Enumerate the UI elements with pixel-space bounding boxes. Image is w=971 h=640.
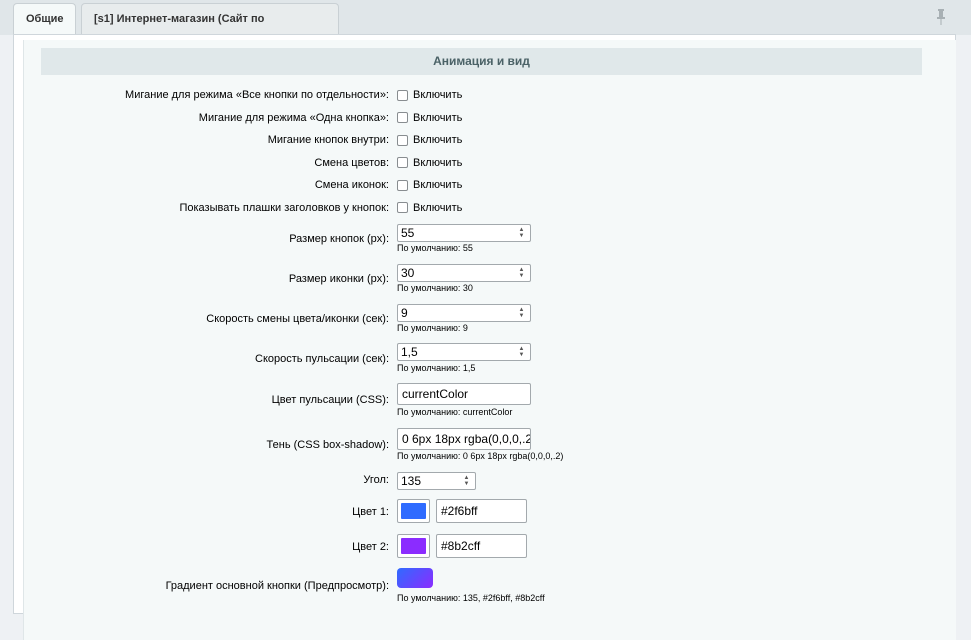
blink-one-checkbox[interactable] <box>397 112 408 123</box>
blink-all-checkbox[interactable] <box>397 90 408 101</box>
spinner-icon[interactable]: ▲ ▼ <box>517 227 526 239</box>
show-titles-label: Показывать плашки заголовков у кнопок: <box>179 202 389 214</box>
blink-inside-checkbox[interactable] <box>397 135 408 146</box>
pulse-speed-hint: По умолчанию: 1,5 <box>397 363 476 373</box>
button-size-hint: По умолчанию: 55 <box>397 243 473 253</box>
pulse-speed-input[interactable]: 1,5 ▲ ▼ <box>397 343 531 361</box>
color2-picker[interactable] <box>397 534 430 558</box>
angle-value: 135 <box>401 474 422 488</box>
spinner-icon[interactable]: ▲ ▼ <box>517 346 526 358</box>
icon-change-checkbox[interactable] <box>397 180 408 191</box>
shadow-input[interactable]: 0 6px 18px rgba(0,0,0,.2) <box>397 428 531 450</box>
shadow-label: Тень (CSS box-shadow): <box>266 439 389 451</box>
color1-label: Цвет 1: <box>352 506 389 518</box>
icon-change-enable-label[interactable]: Включить <box>413 179 462 191</box>
show-titles-checkbox[interactable] <box>397 202 408 213</box>
color-change-checkbox[interactable] <box>397 157 408 168</box>
shadow-hint: По умолчанию: 0 6px 18px rgba(0,0,0,.2) <box>397 451 564 461</box>
color-change-enable-label[interactable]: Включить <box>413 157 462 169</box>
color-change-label: Смена цветов: <box>314 157 389 169</box>
tab-site-s1[interactable]: [s1] Интернет-магазин (Сайт по умолчанию… <box>81 3 339 55</box>
angle-label: Угол: <box>363 474 389 486</box>
pulse-speed-label: Скорость пульсации (сек): <box>255 353 389 365</box>
tab-bar: Общие [s1] Интернет-магазин (Сайт по умо… <box>0 0 971 55</box>
gradient-preview <box>397 568 433 588</box>
color2-hex-input[interactable]: #8b2cff <box>436 534 527 558</box>
color1-picker[interactable] <box>397 499 430 523</box>
blink-inside-enable-label[interactable]: Включить <box>413 134 462 146</box>
color2-label: Цвет 2: <box>352 541 389 553</box>
blink-one-enable-label[interactable]: Включить <box>413 112 462 124</box>
blink-inside-label: Мигание кнопок внутри: <box>267 134 389 146</box>
pulse-color-label: Цвет пульсации (CSS): <box>271 394 389 406</box>
gradient-hint: По умолчанию: 135, #2f6bff, #8b2cff <box>397 593 545 603</box>
icon-size-hint: По умолчанию: 30 <box>397 283 473 293</box>
section-header: Анимация и вид <box>41 48 922 75</box>
blink-all-enable-label[interactable]: Включить <box>413 89 462 101</box>
spinner-icon[interactable]: ▲ ▼ <box>462 475 471 487</box>
button-size-label: Размер кнопок (px): <box>289 233 389 245</box>
change-speed-hint: По умолчанию: 9 <box>397 323 468 333</box>
icon-size-value: 30 <box>401 266 415 280</box>
change-speed-input[interactable]: 9 ▲ ▼ <box>397 304 531 322</box>
pulse-color-input[interactable]: currentColor <box>397 383 531 405</box>
show-titles-enable-label[interactable]: Включить <box>413 202 462 214</box>
blink-one-label: Мигание для режима «Одна кнопка»: <box>198 112 389 124</box>
tab-general[interactable]: Общие <box>13 3 76 34</box>
button-size-value: 55 <box>401 226 415 240</box>
color1-swatch <box>401 503 426 519</box>
pulse-speed-value: 1,5 <box>401 345 418 359</box>
change-speed-label: Скорость смены цвета/иконки (сек): <box>206 313 389 325</box>
color1-hex-input[interactable]: #2f6bff <box>436 499 527 523</box>
angle-input[interactable]: 135 ▲ ▼ <box>397 472 476 490</box>
icon-size-label: Размер иконки (px): <box>288 273 389 285</box>
gradient-label: Градиент основной кнопки (Предпросмотр): <box>165 580 389 592</box>
pin-icon[interactable] <box>935 9 947 25</box>
pulse-color-hint: По умолчанию: currentColor <box>397 407 513 417</box>
spinner-icon[interactable]: ▲ ▼ <box>517 267 526 279</box>
icon-change-label: Смена иконок: <box>314 179 389 191</box>
change-speed-value: 9 <box>401 306 408 320</box>
color2-swatch <box>401 538 426 554</box>
spinner-icon[interactable]: ▲ ▼ <box>517 307 526 319</box>
button-size-input[interactable]: 55 ▲ ▼ <box>397 224 531 242</box>
blink-all-label: Мигание для режима «Все кнопки по отдель… <box>125 89 389 101</box>
icon-size-input[interactable]: 30 ▲ ▼ <box>397 264 531 282</box>
